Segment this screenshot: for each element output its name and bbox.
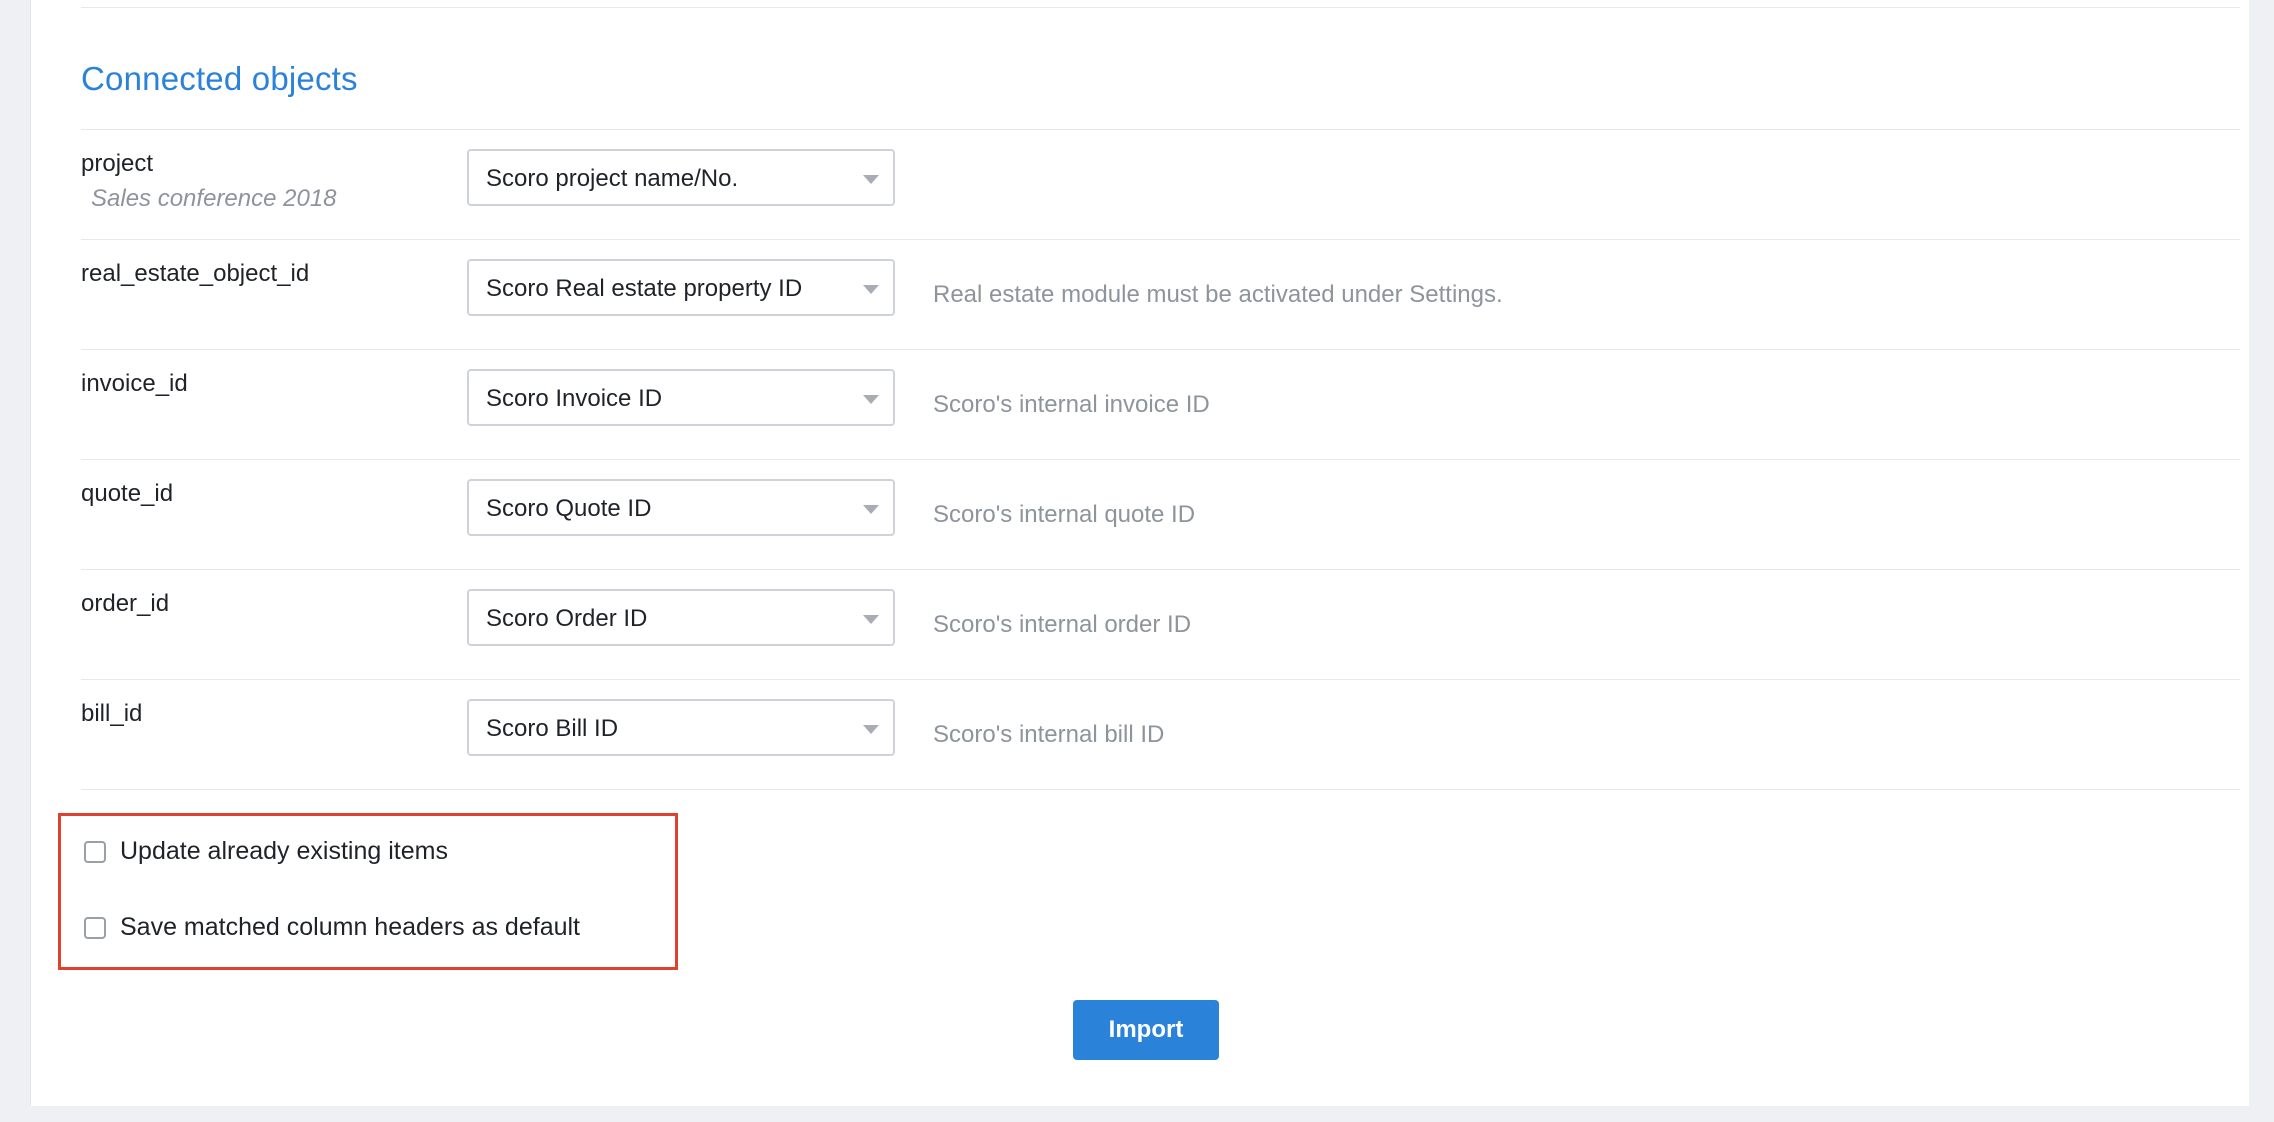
mapping-select-quote-id[interactable]: Scoro Quote ID	[467, 479, 895, 536]
import-button[interactable]: Import	[1073, 1000, 1219, 1060]
save-headers-checkbox[interactable]	[84, 916, 106, 939]
mapping-select-invoice-id[interactable]: Scoro Invoice ID	[467, 369, 895, 426]
mapping-row-real-estate-object-id: real_estate_object_id Scoro Real estate …	[81, 239, 2240, 349]
mapping-select-real-estate-object-id[interactable]: Scoro Real estate property ID	[467, 259, 895, 316]
select-value: Scoro Quote ID	[486, 495, 652, 522]
field-name: invoice_id	[81, 370, 188, 397]
field-hint: Real estate module must be activated und…	[933, 281, 1503, 308]
mapping-row-order-id: order_id Scoro Order ID Scoro's internal…	[81, 569, 2240, 679]
mapping-select-order-id[interactable]: Scoro Order ID	[467, 589, 895, 646]
field-name: quote_id	[81, 480, 174, 507]
import-page: Connected objects project Sales conferen…	[30, 0, 2249, 1106]
caret-down-icon	[863, 175, 879, 184]
caret-down-icon	[863, 285, 879, 294]
field-name: project	[81, 150, 154, 177]
option-label: Update already existing items	[120, 837, 448, 865]
field-name: order_id	[81, 590, 170, 617]
field-name: bill_id	[81, 700, 143, 727]
select-value: Scoro Real estate property ID	[486, 275, 803, 302]
field-hint: Scoro's internal invoice ID	[933, 391, 1210, 418]
mapping-row-project: project Sales conference 2018 Scoro proj…	[81, 129, 2240, 239]
mapping-row-invoice-id: invoice_id Scoro Invoice ID Scoro's inte…	[81, 349, 2240, 459]
caret-down-icon	[863, 725, 879, 734]
select-value: Scoro Bill ID	[486, 715, 619, 742]
update-existing-option[interactable]: Update already existing items	[84, 837, 448, 866]
mapping-row-bill-id: bill_id Scoro Bill ID Scoro's internal b…	[81, 679, 2240, 790]
save-headers-option[interactable]: Save matched column headers as default	[84, 913, 580, 942]
select-value: Scoro Invoice ID	[486, 385, 663, 412]
select-value: Scoro Order ID	[486, 605, 648, 632]
field-name: real_estate_object_id	[81, 260, 310, 287]
import-options-highlight: Update already existing items Save match…	[58, 813, 678, 970]
field-hint: Scoro's internal quote ID	[933, 501, 1196, 528]
field-hint: Scoro's internal order ID	[933, 611, 1192, 638]
mapping-select-bill-id[interactable]: Scoro Bill ID	[467, 699, 895, 756]
connected-objects-list: project Sales conference 2018 Scoro proj…	[81, 129, 2240, 790]
select-value: Scoro project name/No.	[486, 165, 739, 192]
divider	[81, 7, 2240, 8]
field-sample-value: Sales conference 2018	[91, 185, 337, 212]
mapping-select-project[interactable]: Scoro project name/No.	[467, 149, 895, 206]
section-title: Connected objects	[81, 60, 358, 97]
mapping-row-quote-id: quote_id Scoro Quote ID Scoro's internal…	[81, 459, 2240, 569]
field-hint: Scoro's internal bill ID	[933, 721, 1165, 748]
caret-down-icon	[863, 615, 879, 624]
update-existing-checkbox[interactable]	[84, 840, 106, 863]
caret-down-icon	[863, 395, 879, 404]
caret-down-icon	[863, 505, 879, 514]
option-label: Save matched column headers as default	[120, 913, 580, 941]
